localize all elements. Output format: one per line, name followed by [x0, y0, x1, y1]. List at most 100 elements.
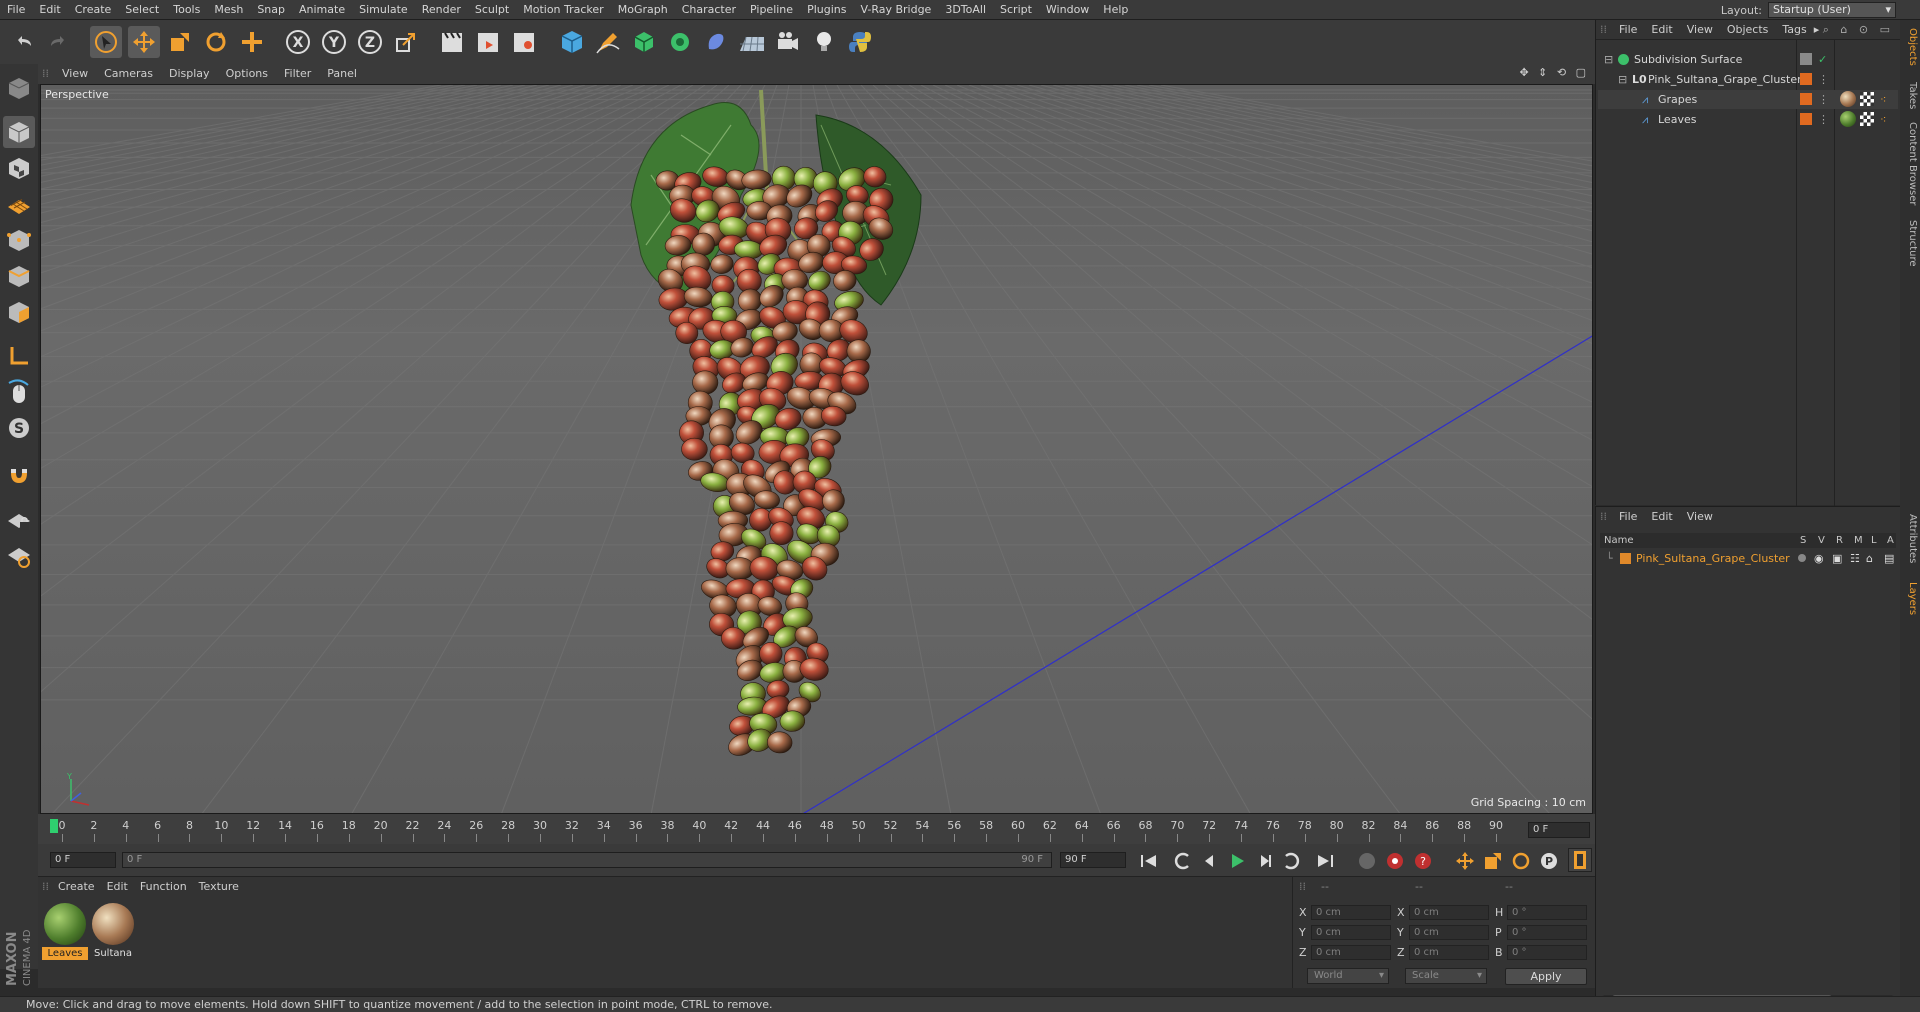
manager-icon[interactable]: ☷	[1850, 549, 1860, 568]
snap-button[interactable]: S	[3, 412, 35, 444]
keyframe-help-button[interactable]: ?	[1412, 850, 1434, 872]
key-scale-button[interactable]	[1482, 850, 1504, 872]
magnet-button[interactable]	[3, 458, 35, 490]
rotate-tool-button[interactable]	[200, 26, 232, 58]
animation-icon[interactable]: ▤	[1884, 549, 1894, 568]
viewport-nav-icons[interactable]: ✥ ⇕ ⟲ ▢	[1519, 66, 1589, 79]
collapse-icon[interactable]: ⊟	[1604, 50, 1613, 69]
object-menu-objects[interactable]: Objects	[1720, 20, 1776, 40]
edges-mode-button[interactable]	[3, 260, 35, 292]
menu-create[interactable]: Create	[68, 0, 119, 19]
tab-structure[interactable]: Structure	[1902, 220, 1918, 267]
add-camera-button[interactable]	[772, 26, 804, 58]
collapse-icon[interactable]: ⊟	[1618, 70, 1627, 89]
key-rotation-button[interactable]	[1510, 850, 1532, 872]
menu-plugins[interactable]: Plugins	[800, 0, 853, 19]
tab-content-browser[interactable]: Content Browser	[1902, 122, 1918, 205]
recent-tool-button[interactable]	[236, 26, 268, 58]
add-generator-button[interactable]	[628, 26, 660, 58]
size-x-field[interactable]: 0 cm	[1409, 905, 1489, 920]
y-axis-lock-button[interactable]: Y	[318, 26, 350, 58]
timeline-layout-button[interactable]	[1568, 848, 1592, 872]
model-mode-button[interactable]	[3, 116, 35, 148]
layer-color-swatch[interactable]	[1800, 113, 1812, 125]
visibility-dots-icon[interactable]: ⋮	[1818, 90, 1829, 109]
menu-render[interactable]: Render	[415, 0, 468, 19]
points-mode-button[interactable]	[3, 224, 35, 256]
add-array-button[interactable]	[664, 26, 696, 58]
go-to-start-button[interactable]	[1138, 850, 1160, 872]
menu-overflow-icon[interactable]: ▸	[1814, 23, 1820, 36]
object-menu-file[interactable]: File	[1612, 20, 1644, 40]
add-deformer-button[interactable]	[700, 26, 732, 58]
visibility-dots-icon[interactable]: ⋮	[1818, 70, 1829, 89]
timeline-end-field[interactable]: 0 F	[1528, 822, 1590, 838]
layout-select[interactable]: Startup (User) ▾	[1768, 2, 1896, 18]
rot-b-field[interactable]: 0 °	[1507, 945, 1587, 960]
autokey-button[interactable]	[1384, 850, 1406, 872]
menu-animate[interactable]: Animate	[292, 0, 352, 19]
layer-color-swatch[interactable]	[1620, 553, 1631, 564]
menu-character[interactable]: Character	[675, 0, 743, 19]
menu-help[interactable]: Help	[1096, 0, 1135, 19]
layer-row[interactable]: └ Pink_Sultana_Grape_Cluster ◉ ▣ ☷ ⌂ ▤	[1598, 549, 1898, 568]
play-button[interactable]	[1226, 850, 1248, 872]
axis-mode-button[interactable]	[3, 340, 35, 372]
object-manager-tools-icons[interactable]: ⌕ ⌂ ⊙ ▭	[1823, 23, 1894, 37]
eye-icon[interactable]: ◉	[1814, 549, 1824, 568]
object-menu-edit[interactable]: Edit	[1644, 20, 1679, 40]
solo-toggle[interactable]	[1798, 554, 1806, 562]
menu-sculpt[interactable]: Sculpt	[468, 0, 516, 19]
uvw-tag-icon[interactable]	[1860, 92, 1874, 106]
menu-simulate[interactable]: Simulate	[352, 0, 415, 19]
key-position-button[interactable]	[1454, 850, 1476, 872]
render-view-button[interactable]	[436, 26, 468, 58]
max-frame-field[interactable]: 90 F	[1060, 852, 1126, 868]
size-z-field[interactable]: 0 cm	[1409, 945, 1489, 960]
current-frame-field[interactable]: 0 F	[50, 852, 116, 868]
material-tag-sultana[interactable]	[1840, 91, 1856, 107]
frame-range-slider[interactable]: 0 F 90 F	[122, 852, 1052, 868]
next-key-button[interactable]	[1280, 850, 1302, 872]
material-menu-texture[interactable]: Texture	[193, 877, 245, 897]
tab-attributes[interactable]: Attributes	[1902, 514, 1918, 563]
render-picture-viewer-button[interactable]	[472, 26, 504, 58]
viewport-menu-options[interactable]: Options	[218, 64, 276, 84]
add-cube-button[interactable]	[556, 26, 588, 58]
pos-z-field[interactable]: 0 cm	[1311, 945, 1391, 960]
layer-color-swatch[interactable]	[1800, 73, 1812, 85]
scale-tool-button[interactable]	[164, 26, 196, 58]
rot-h-field[interactable]: 0 °	[1507, 905, 1587, 920]
viewport-menu-view[interactable]: View	[54, 64, 96, 84]
material-menu-function[interactable]: Function	[134, 877, 193, 897]
viewport-menu-cameras[interactable]: Cameras	[96, 64, 161, 84]
layer-color-swatch[interactable]	[1800, 93, 1812, 105]
previous-frame-button[interactable]	[1198, 850, 1220, 872]
tab-takes[interactable]: Takes	[1902, 82, 1918, 109]
render-settings-button[interactable]	[508, 26, 540, 58]
tab-objects[interactable]: Objects	[1902, 28, 1918, 66]
go-to-end-button[interactable]	[1314, 850, 1336, 872]
planar-workplane-button[interactable]	[3, 540, 35, 572]
material-tag-leaves[interactable]	[1840, 111, 1856, 127]
add-light-button[interactable]	[808, 26, 840, 58]
apply-button[interactable]: Apply	[1505, 968, 1587, 985]
redo-button[interactable]	[42, 26, 74, 58]
material-leaves[interactable]: Leaves	[42, 901, 88, 960]
menu-mograph[interactable]: MoGraph	[611, 0, 675, 19]
timeline-playhead[interactable]	[50, 819, 58, 833]
uvw-tag-icon[interactable]	[1860, 112, 1874, 126]
lock-workplane-button[interactable]	[3, 504, 35, 536]
material-sultana[interactable]: Sultana	[90, 901, 136, 959]
timeline-ruler[interactable]: 0 2 4 6 8 10 12 14 16 18 20 22 24 26 28 30 32 34 36 38 40 42 4…	[38, 814, 1595, 844]
x-axis-lock-button[interactable]: X	[282, 26, 314, 58]
menu-motion-tracker[interactable]: Motion Tracker	[516, 0, 610, 19]
next-frame-button[interactable]	[1254, 850, 1276, 872]
pos-y-field[interactable]: 0 cm	[1311, 925, 1391, 940]
coordinate-mode-select[interactable]: Scale ▾	[1405, 968, 1487, 984]
menu-file[interactable]: File	[0, 0, 32, 19]
undo-button[interactable]	[8, 26, 40, 58]
workplane-mode-button[interactable]	[3, 188, 35, 220]
record-position-button[interactable]	[1356, 850, 1378, 872]
add-floor-button[interactable]	[736, 26, 768, 58]
